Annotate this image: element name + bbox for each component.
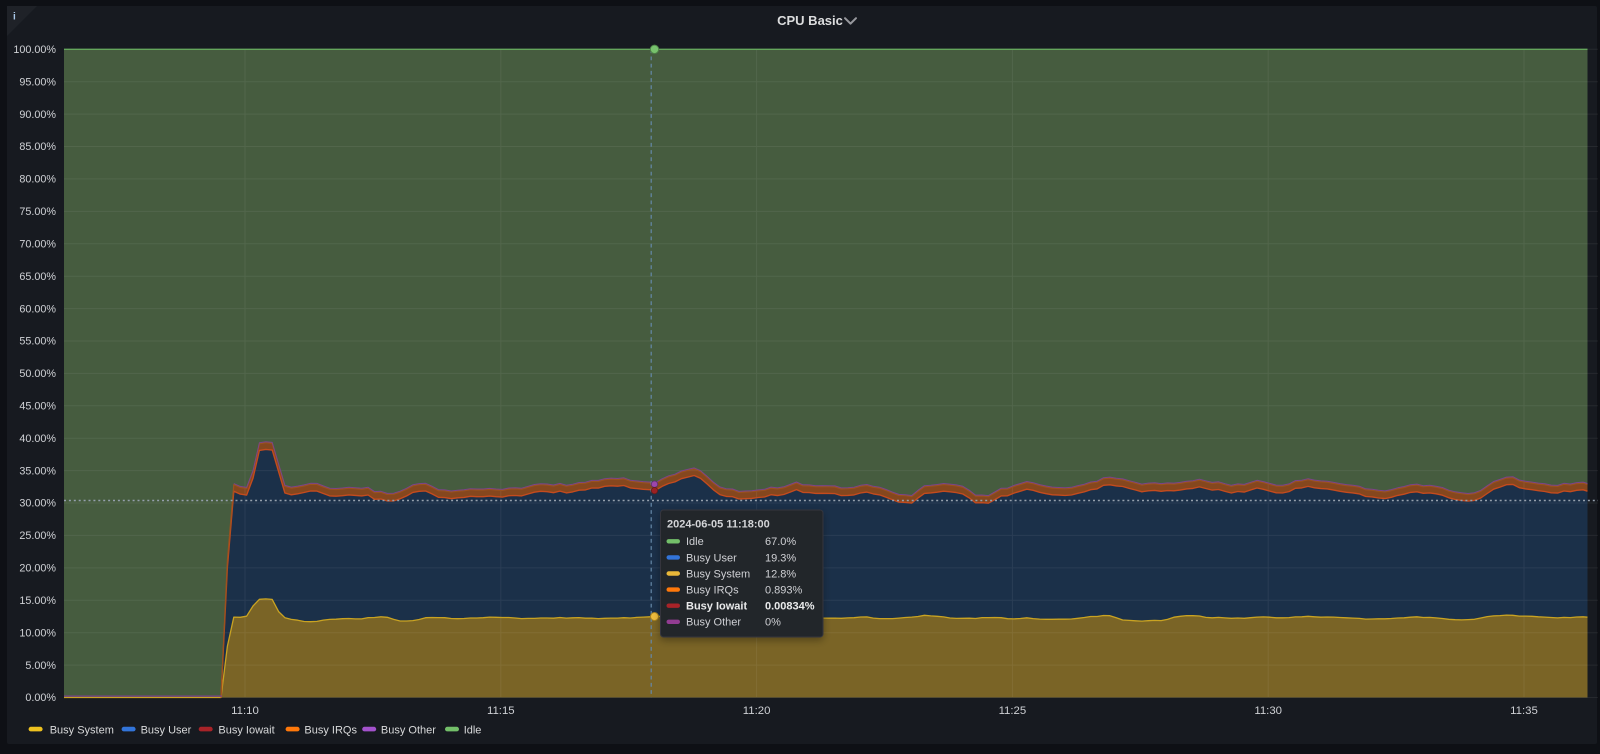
svg-text:Busy System: Busy System [686, 568, 750, 580]
svg-text:55.00%: 55.00% [19, 336, 56, 348]
svg-text:CPU Basic: CPU Basic [777, 13, 843, 28]
svg-text:12.8%: 12.8% [765, 568, 796, 580]
svg-text:70.00%: 70.00% [19, 239, 56, 251]
svg-text:30.00%: 30.00% [19, 498, 56, 510]
svg-text:40.00%: 40.00% [19, 433, 56, 445]
svg-text:Busy User: Busy User [686, 552, 737, 564]
svg-text:45.00%: 45.00% [19, 401, 56, 413]
svg-text:10.00%: 10.00% [19, 627, 56, 639]
svg-text:0.00834%: 0.00834% [765, 601, 815, 613]
svg-text:11:35: 11:35 [1510, 705, 1538, 717]
svg-text:2024-06-05 11:18:00: 2024-06-05 11:18:00 [667, 519, 770, 531]
svg-text:19.3%: 19.3% [765, 552, 796, 564]
svg-text:11:15: 11:15 [487, 705, 515, 717]
svg-text:Busy IRQs: Busy IRQs [304, 724, 357, 736]
svg-text:Busy Other: Busy Other [686, 617, 741, 629]
svg-text:50.00%: 50.00% [19, 368, 56, 380]
svg-text:11:25: 11:25 [999, 705, 1027, 717]
svg-text:5.00%: 5.00% [25, 660, 56, 672]
svg-text:11:30: 11:30 [1254, 705, 1282, 717]
svg-text:Busy User: Busy User [141, 724, 192, 736]
svg-text:0.00%: 0.00% [25, 692, 56, 704]
svg-text:Idle: Idle [686, 536, 704, 548]
svg-text:11:10: 11:10 [231, 705, 259, 717]
svg-text:Busy IRQs: Busy IRQs [686, 585, 739, 597]
svg-text:i: i [13, 12, 16, 23]
svg-text:25.00%: 25.00% [19, 530, 56, 542]
svg-text:75.00%: 75.00% [19, 206, 56, 218]
svg-text:20.00%: 20.00% [19, 563, 56, 575]
svg-text:100.00%: 100.00% [13, 44, 56, 56]
svg-text:15.00%: 15.00% [19, 595, 56, 607]
svg-text:67.0%: 67.0% [765, 536, 796, 548]
svg-text:Busy System: Busy System [50, 724, 114, 736]
svg-text:90.00%: 90.00% [19, 109, 56, 121]
svg-text:Busy Iowait: Busy Iowait [218, 724, 274, 736]
svg-text:65.00%: 65.00% [19, 271, 56, 283]
svg-text:95.00%: 95.00% [19, 76, 56, 88]
svg-text:11:20: 11:20 [743, 705, 771, 717]
svg-text:80.00%: 80.00% [19, 174, 56, 186]
svg-text:0.893%: 0.893% [765, 585, 803, 597]
svg-text:Busy Iowait: Busy Iowait [686, 601, 747, 613]
svg-text:Idle: Idle [464, 724, 482, 736]
svg-text:85.00%: 85.00% [19, 141, 56, 153]
svg-text:60.00%: 60.00% [19, 303, 56, 315]
svg-text:0%: 0% [765, 617, 781, 629]
svg-text:35.00%: 35.00% [19, 465, 56, 477]
svg-text:Busy Other: Busy Other [381, 724, 436, 736]
